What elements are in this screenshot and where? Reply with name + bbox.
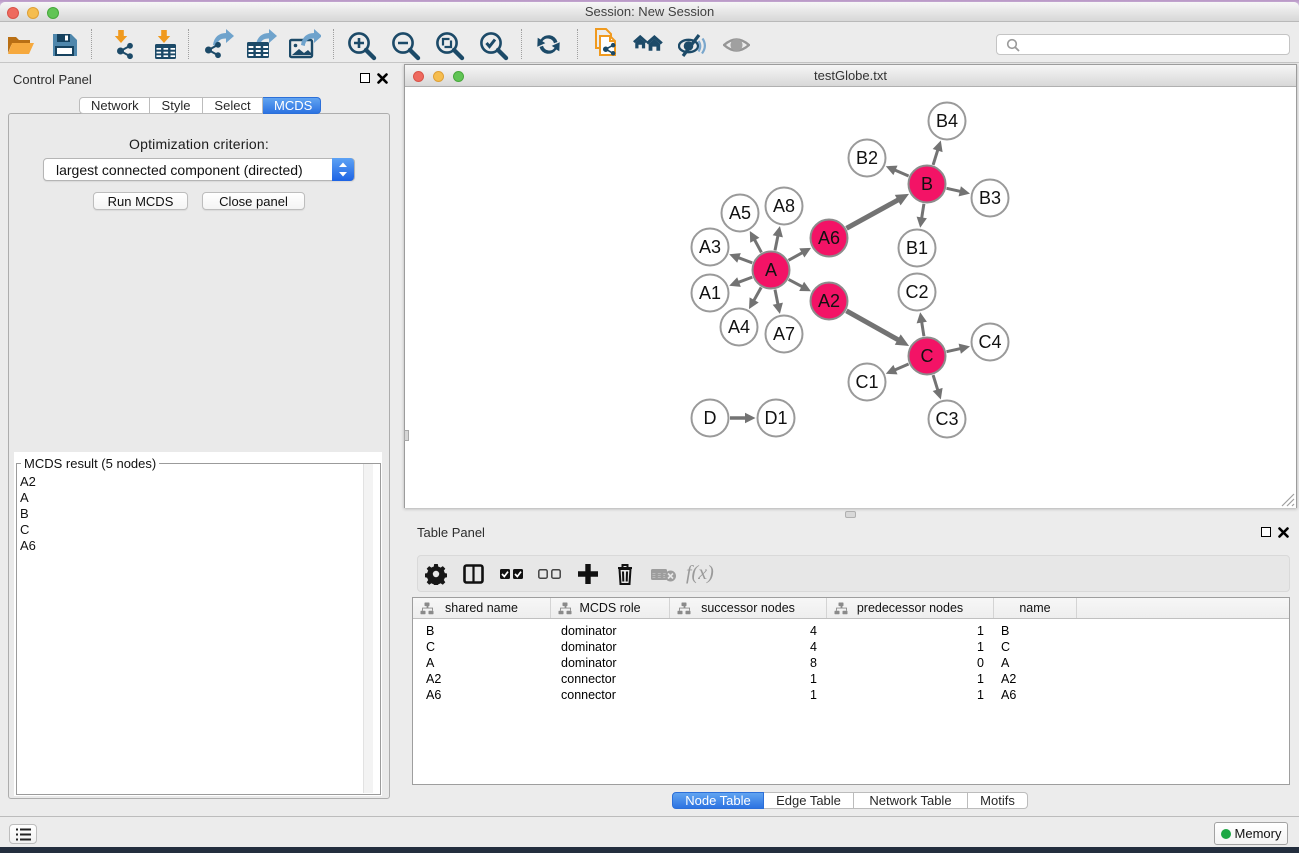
svg-text:C: C [921, 346, 934, 366]
svg-text:A5: A5 [729, 203, 751, 223]
svg-text:D: D [704, 408, 717, 428]
svg-text:A6: A6 [818, 228, 840, 248]
svg-text:C4: C4 [978, 332, 1001, 352]
svg-text:C2: C2 [905, 282, 928, 302]
svg-text:B1: B1 [906, 238, 928, 258]
svg-text:A: A [765, 260, 777, 280]
svg-text:A7: A7 [773, 324, 795, 344]
svg-text:C3: C3 [935, 409, 958, 429]
svg-text:B: B [921, 174, 933, 194]
svg-text:A8: A8 [773, 196, 795, 216]
svg-text:A3: A3 [699, 237, 721, 257]
svg-text:A2: A2 [818, 291, 840, 311]
svg-text:B3: B3 [979, 188, 1001, 208]
svg-text:C1: C1 [855, 372, 878, 392]
svg-text:A4: A4 [728, 317, 750, 337]
svg-text:B2: B2 [856, 148, 878, 168]
svg-text:A1: A1 [699, 283, 721, 303]
svg-text:D1: D1 [764, 408, 787, 428]
svg-text:B4: B4 [936, 111, 958, 131]
